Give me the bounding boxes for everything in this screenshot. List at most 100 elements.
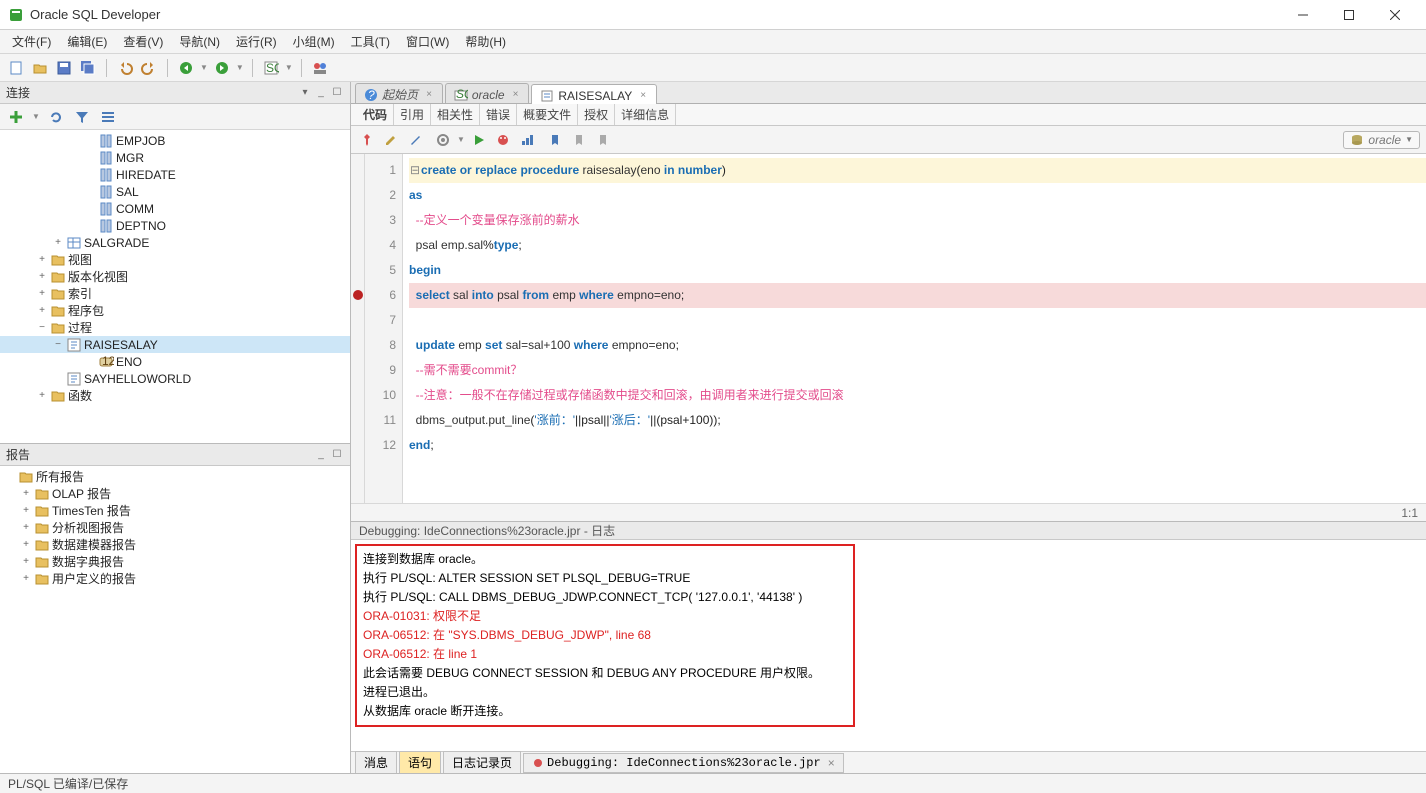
menu-帮助[interactable]: 帮助(H) [457, 31, 514, 52]
tree-node[interactable]: +用户定义的报告 [0, 570, 350, 587]
code-line[interactable]: --注意：一般不在存储过程或存储函数中提交和回滚，由调用者来进行提交或回滚 [409, 383, 1426, 408]
prev-bookmark-button[interactable] [569, 130, 589, 150]
menu-查看[interactable]: 查看(V) [115, 31, 171, 52]
close-icon[interactable]: × [426, 89, 432, 100]
minimize-button[interactable] [1280, 0, 1326, 30]
gear-button[interactable] [433, 130, 453, 150]
tree-node[interactable]: HIREDATE [0, 166, 350, 183]
reports-tree[interactable]: 所有报告+OLAP 报告+TimesTen 报告+分析视图报告+数据建模器报告+… [0, 466, 350, 773]
close-panel-icon[interactable]: ☐ [330, 448, 344, 462]
code-line[interactable]: begin [409, 258, 1426, 283]
expand-icon[interactable]: + [20, 505, 32, 516]
tree-node[interactable]: +数据建模器报告 [0, 536, 350, 553]
tree-node[interactable]: +版本化视图 [0, 268, 350, 285]
tree-node[interactable]: +数据字典报告 [0, 553, 350, 570]
breakpoint-gutter[interactable] [351, 154, 365, 503]
menu-运行[interactable]: 运行(R) [228, 31, 285, 52]
tree-node[interactable]: +SALGRADE [0, 234, 350, 251]
minimize-panel-icon[interactable]: _ [314, 86, 328, 100]
code-line[interactable]: --需不需要commit？ [409, 358, 1426, 383]
back-button[interactable] [176, 58, 196, 78]
save-all-button[interactable] [78, 58, 98, 78]
log-tab-语句[interactable]: 语句 [399, 751, 441, 773]
subtab-代码[interactable]: 代码 [357, 104, 394, 125]
expand-icon[interactable]: + [20, 522, 32, 533]
breakpoint-icon[interactable] [353, 290, 363, 300]
tree-node[interactable]: DEPTNO [0, 217, 350, 234]
close-icon[interactable]: × [513, 89, 519, 100]
close-button[interactable] [1372, 0, 1418, 30]
tree-node[interactable]: −过程 [0, 319, 350, 336]
panel-menu-icon[interactable]: ▾ [298, 86, 312, 100]
expand-icon[interactable]: − [52, 339, 64, 350]
tab-起始页[interactable]: ?起始页× [355, 83, 443, 103]
subtab-概要文件[interactable]: 概要文件 [517, 104, 578, 125]
tree-node[interactable]: 123ENO [0, 353, 350, 370]
code-line[interactable]: dbms_output.put_line('涨前：'||psal||'涨后：'|… [409, 408, 1426, 433]
tree-node[interactable]: +分析视图报告 [0, 519, 350, 536]
code-line[interactable]: update emp set sal=sal+100 where empno=e… [409, 333, 1426, 358]
subtab-授权[interactable]: 授权 [578, 104, 615, 125]
code-line[interactable]: psal emp.sal%type; [409, 233, 1426, 258]
expand-icon[interactable]: + [36, 288, 48, 299]
next-bookmark-button[interactable] [593, 130, 613, 150]
close-panel-icon[interactable]: ☐ [330, 86, 344, 100]
tree-node[interactable]: +函数 [0, 387, 350, 404]
code-line[interactable]: ⊟create or replace procedure raisesalay(… [409, 158, 1426, 183]
menu-文件[interactable]: 文件(F) [4, 31, 59, 52]
subtab-引用[interactable]: 引用 [394, 104, 431, 125]
new-button[interactable] [6, 58, 26, 78]
expand-icon[interactable]: + [36, 390, 48, 401]
expand-icon[interactable]: + [20, 556, 32, 567]
tree-node[interactable]: COMM [0, 200, 350, 217]
tree-node[interactable]: EMPJOB [0, 132, 350, 149]
tree-node[interactable]: MGR [0, 149, 350, 166]
expand-icon[interactable]: − [36, 322, 48, 333]
tree-node[interactable]: +索引 [0, 285, 350, 302]
subtab-详细信息[interactable]: 详细信息 [615, 104, 676, 125]
expand-icon[interactable]: + [20, 573, 32, 584]
expand-icon[interactable]: + [20, 488, 32, 499]
menu-工具[interactable]: 工具(T) [343, 31, 398, 52]
connections-tree[interactable]: EMPJOBMGRHIREDATESALCOMMDEPTNO+SALGRADE+… [0, 130, 350, 443]
log-tab-日志记录页[interactable]: 日志记录页 [443, 751, 521, 773]
expand-icon[interactable]: + [36, 254, 48, 265]
forward-button[interactable] [212, 58, 232, 78]
tab-RAISESALAY[interactable]: RAISESALAY× [531, 84, 657, 104]
tree-node[interactable]: +视图 [0, 251, 350, 268]
dropdown-arrow-icon[interactable]: ▼ [457, 135, 465, 144]
log-body[interactable]: 连接到数据库 oracle。执行 PL/SQL: ALTER SESSION S… [351, 540, 1426, 751]
subtab-错误[interactable]: 错误 [480, 104, 517, 125]
dropdown-arrow-icon[interactable]: ▼ [32, 112, 40, 121]
expand-icon[interactable]: + [20, 539, 32, 550]
db-connection-chip[interactable]: oracle ▼ [1343, 131, 1420, 149]
code-line[interactable]: end; [409, 433, 1426, 458]
code-area[interactable]: ⊟create or replace procedure raisesalay(… [403, 154, 1426, 503]
tab-oracle[interactable]: SQLoracle× [445, 83, 530, 103]
collapse-button[interactable] [98, 107, 118, 127]
code-line[interactable] [409, 308, 1426, 333]
minimize-panel-icon[interactable]: _ [314, 448, 328, 462]
code-editor[interactable]: 123456789101112 ⊟create or replace proce… [351, 154, 1426, 503]
save-button[interactable] [54, 58, 74, 78]
run-button[interactable] [469, 130, 489, 150]
pin-button[interactable] [357, 130, 377, 150]
new-connection-button[interactable] [6, 107, 26, 127]
dba-button[interactable] [310, 58, 330, 78]
sql-worksheet-button[interactable]: SQL [261, 58, 281, 78]
dropdown-arrow-icon[interactable]: ▼ [236, 63, 244, 72]
edit-button[interactable] [381, 130, 401, 150]
close-icon[interactable]: × [640, 90, 646, 101]
menu-编辑[interactable]: 编辑(E) [59, 31, 115, 52]
tree-node[interactable]: +OLAP 报告 [0, 485, 350, 502]
tree-node[interactable]: −RAISESALAY [0, 336, 350, 353]
refresh-button[interactable] [46, 107, 66, 127]
wand-button[interactable] [405, 130, 425, 150]
filter-button[interactable] [72, 107, 92, 127]
dropdown-arrow-icon[interactable]: ▼ [200, 63, 208, 72]
expand-icon[interactable]: + [36, 305, 48, 316]
profile-button[interactable] [517, 130, 537, 150]
undo-button[interactable] [115, 58, 135, 78]
debug-button[interactable] [493, 130, 513, 150]
code-line[interactable]: as [409, 183, 1426, 208]
